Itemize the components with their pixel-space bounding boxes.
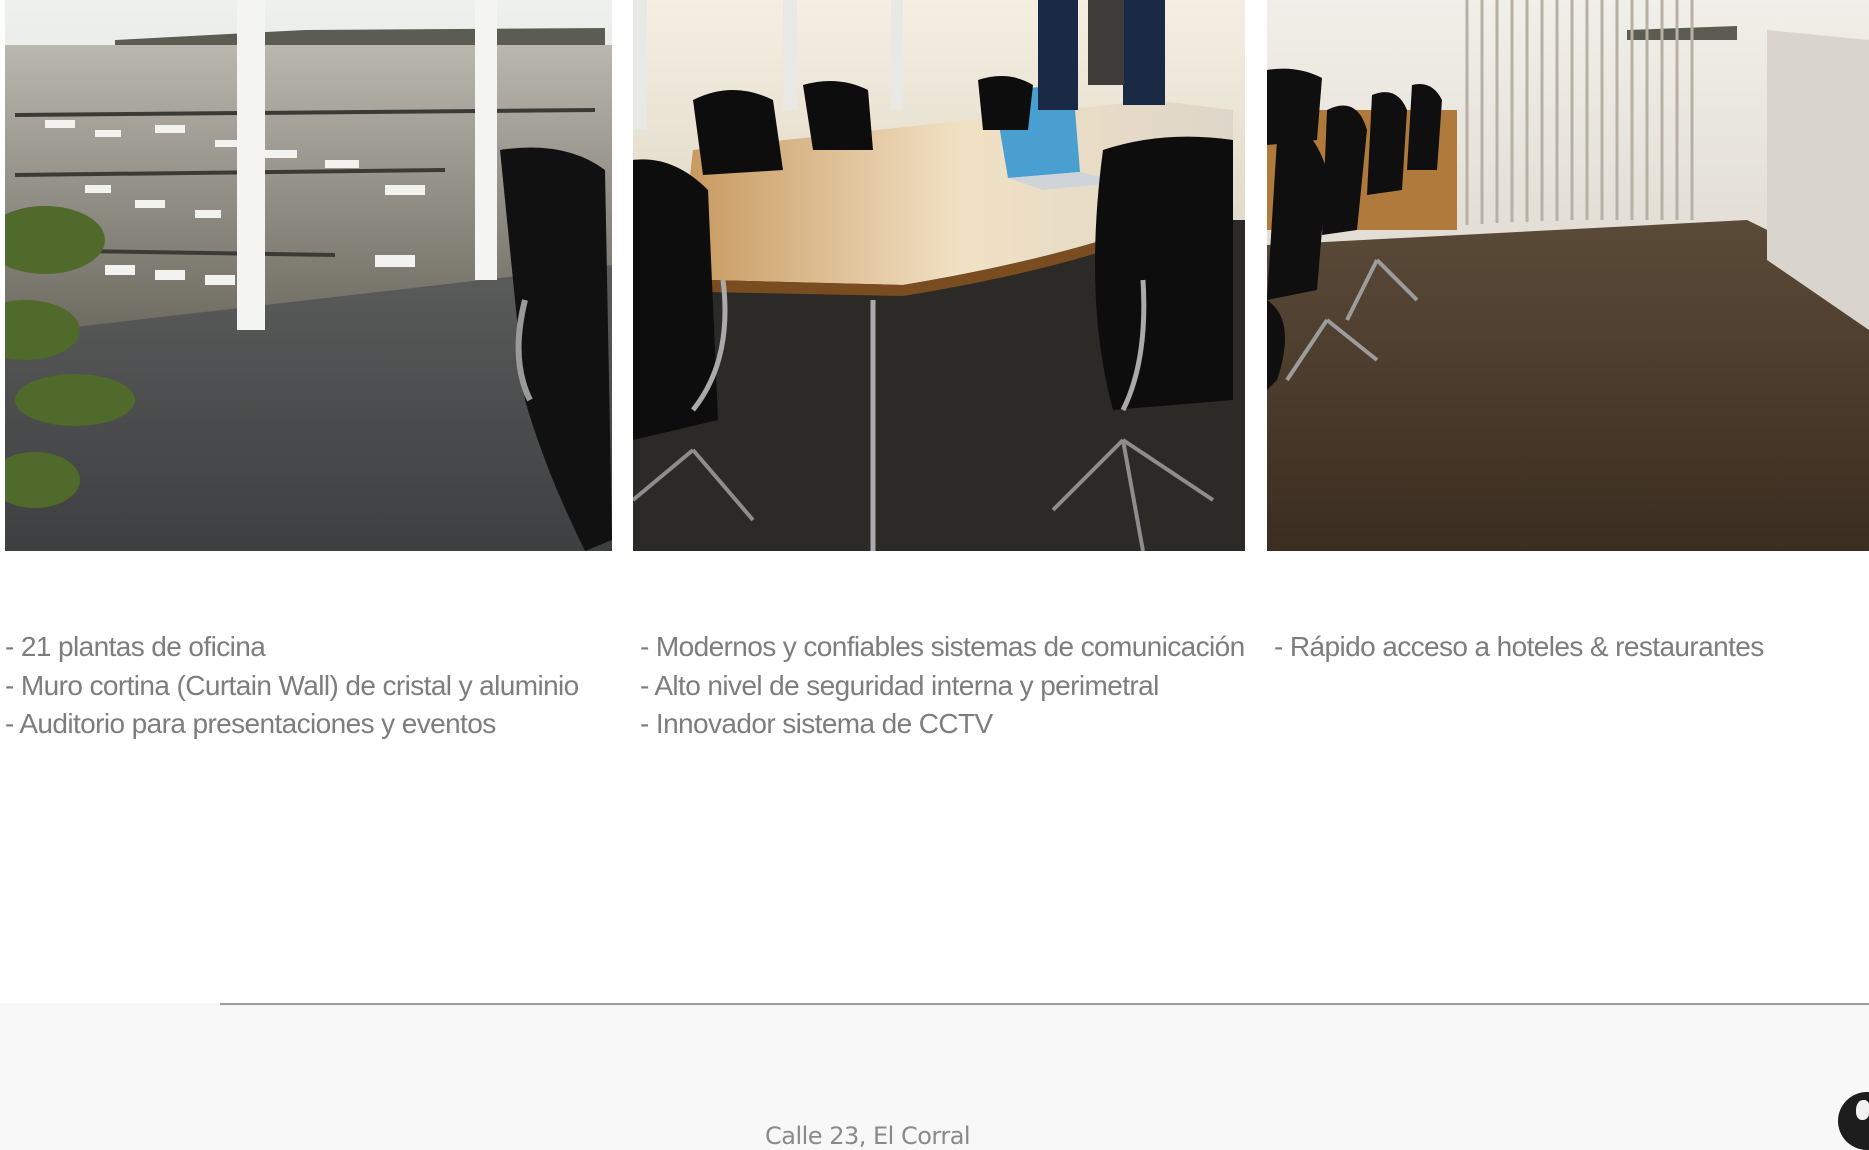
features-list-location: Rápido acceso a hoteles & restaurantes bbox=[1274, 628, 1764, 667]
feature-item: Muro cortina (Curtain Wall) de cristal y… bbox=[5, 667, 579, 706]
feature-item: Modernos y confiables sistemas de comuni… bbox=[640, 628, 1245, 667]
feature-item: Alto nivel de seguridad interna y perime… bbox=[640, 667, 1245, 706]
feature-item: Innovador sistema de CCTV bbox=[640, 705, 1245, 744]
page: 21 plantas de oficina Muro cortina (Curt… bbox=[0, 0, 1869, 1150]
open-office-image bbox=[1267, 0, 1869, 551]
marina-office-image bbox=[5, 0, 612, 551]
feature-item: 21 plantas de oficina bbox=[5, 628, 579, 667]
feature-item: Auditorio para presentaciones y eventos bbox=[5, 705, 579, 744]
marina-office-photo bbox=[5, 0, 612, 551]
feature-item: Rápido acceso a hoteles & restaurantes bbox=[1274, 628, 1764, 667]
boardroom-photo bbox=[633, 0, 1245, 551]
open-office-photo bbox=[1267, 0, 1869, 551]
footer: Calle 23, El Corral bbox=[0, 1003, 1869, 1150]
footer-address: Calle 23, El Corral bbox=[765, 1122, 971, 1150]
boardroom-image bbox=[633, 0, 1245, 551]
footer-divider bbox=[220, 1003, 1869, 1005]
features-list-building: 21 plantas de oficina Muro cortina (Curt… bbox=[5, 628, 579, 744]
globe-logo-icon bbox=[1838, 1092, 1869, 1150]
features-list-technology: Modernos y confiables sistemas de comuni… bbox=[640, 628, 1245, 744]
